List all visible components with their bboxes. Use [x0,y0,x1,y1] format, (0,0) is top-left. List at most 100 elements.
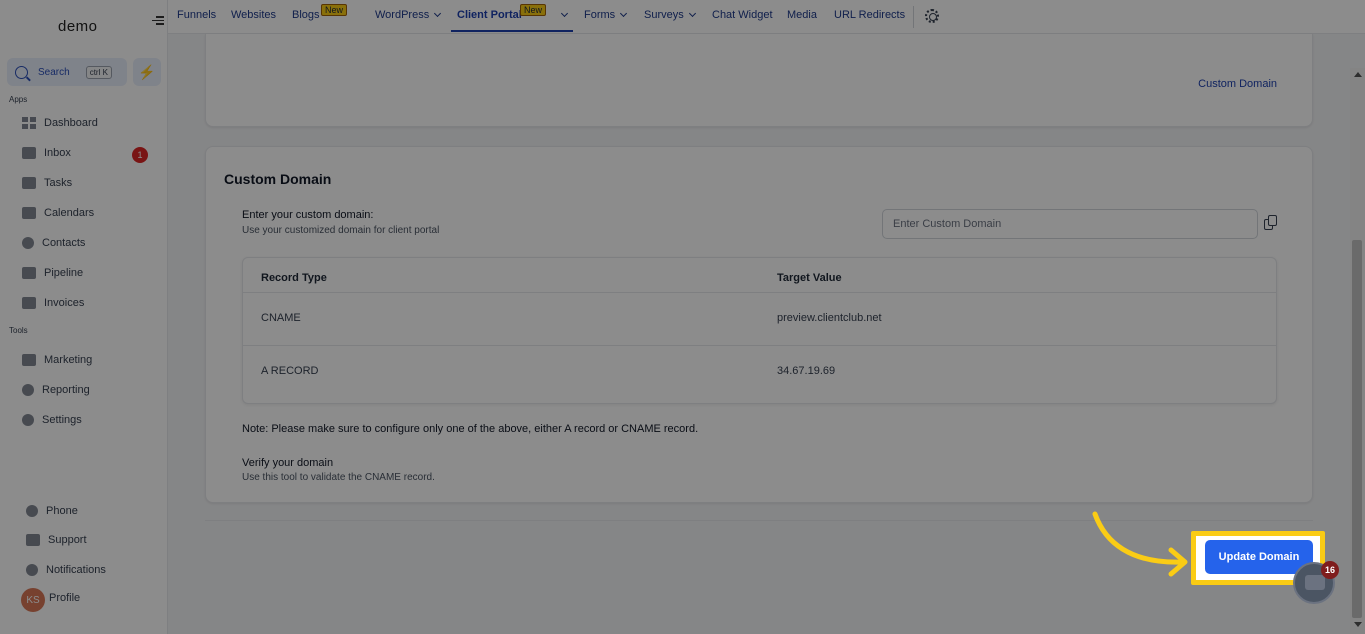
row-divider [243,292,1276,293]
column-header-record-type: Record Type [261,272,327,284]
blogs-new-badge: New [321,4,348,16]
copy-icon[interactable] [1264,215,1278,231]
bolt-icon: ⚡ [138,63,156,80]
sidebar-item-label: Dashboard [44,117,98,129]
sidebar-item-contacts[interactable]: Contacts [22,233,85,253]
sidebar-item-label: Notifications [46,564,106,576]
scroll-up-icon[interactable] [1354,72,1362,77]
sidebar-item-label: Phone [46,505,78,517]
sidebar: demo Search ctrl K ⚡ Apps Dashboard Inbo… [0,0,168,634]
row-divider [243,345,1276,346]
sidebar-item-label: Inbox [44,147,71,159]
apps-section-label: Apps [9,95,28,104]
tab-url-redirects[interactable]: URL Redirects [834,9,905,21]
configuration-note: Note: Please make sure to configure only… [242,423,699,435]
contacts-icon [22,237,34,249]
tab-chat-widget[interactable]: Chat Widget [712,9,773,21]
tasks-icon [22,177,36,189]
sidebar-item-tasks[interactable]: Tasks [22,173,72,193]
calendar-icon [22,207,36,219]
scroll-down-icon[interactable] [1354,622,1362,627]
sidebar-item-label: Reporting [42,384,90,396]
sidebar-item-label: Tasks [44,177,73,189]
tab-media[interactable]: Media [787,9,817,21]
pointer-arrow-icon [1092,511,1188,577]
scrollbar-thumb[interactable] [1352,240,1362,618]
invoice-icon [22,297,36,309]
table-cell-record-type: CNAME [261,312,301,324]
sidebar-item-label: Settings [42,414,82,426]
logo[interactable]: demo [58,18,98,35]
tab-label: WordPress [375,9,430,21]
column-header-target-value: Target Value [777,272,842,284]
avatar[interactable]: KS [21,588,45,612]
previous-section-card: Custom Domain [205,34,1313,127]
sidebar-item-label: Contacts [42,237,86,249]
dns-records-table: Record Type Target Value CNAME preview.c… [242,257,1277,404]
search-button[interactable]: Search ctrl K [7,58,127,86]
chevron-down-icon [560,9,569,18]
chevron-down-icon [434,9,442,18]
sidebar-item-profile[interactable]: Profile [49,588,80,608]
custom-domain-card: Custom Domain Enter your custom domain: … [205,146,1313,503]
tab-client-portal[interactable]: Client Portal [457,9,522,21]
tab-label: Surveys [644,9,684,21]
custom-domain-input[interactable] [882,209,1258,239]
sidebar-item-support[interactable]: Support [26,530,87,550]
client-portal-dropdown[interactable] [556,9,569,21]
quick-actions-button[interactable]: ⚡ [133,58,161,86]
sidebar-item-phone[interactable]: Phone [26,501,78,521]
nav-divider [913,6,914,28]
verify-domain-title: Verify your domain [242,457,334,469]
tab-wordpress[interactable]: WordPress [375,9,442,21]
custom-domain-label: Enter your custom domain: [242,209,374,221]
section-title: Custom Domain [224,171,332,187]
pie-chart-icon [22,384,34,396]
sidebar-item-label: Support [48,534,87,546]
table-cell-target-value: 34.67.19.69 [777,365,836,377]
tab-funnels[interactable]: Funnels [177,9,216,21]
tab-websites[interactable]: Websites [231,9,276,21]
tools-section-label: Tools [9,326,28,335]
table-cell-record-type: A RECORD [261,365,319,377]
sidebar-item-dashboard[interactable]: Dashboard [22,113,98,133]
sidebar-item-settings[interactable]: Settings [22,410,82,430]
chevron-down-icon [688,9,696,18]
sidebar-item-pipeline[interactable]: Pipeline [22,263,83,283]
dashboard-icon [22,117,36,129]
sidebar-item-marketing[interactable]: Marketing [22,350,92,370]
active-tab-indicator [451,30,573,32]
sidebar-item-calendars[interactable]: Calendars [22,203,94,223]
support-icon [26,534,40,546]
custom-domain-help: Use your customized domain for client po… [242,225,440,236]
custom-domain-link[interactable]: Custom Domain [1198,78,1277,90]
search-shortcut: ctrl K [85,65,112,79]
inbox-badge: 1 [132,147,148,163]
sidebar-item-label: Invoices [44,297,85,309]
sidebar-item-notifications[interactable]: Notifications [26,560,106,580]
bell-icon [26,564,38,576]
pipeline-icon [22,267,36,279]
tab-forms[interactable]: Forms [584,9,628,21]
sidebar-item-invoices[interactable]: Invoices [22,293,84,313]
settings-icon [22,414,34,426]
gear-icon[interactable] [925,9,939,23]
tab-blogs[interactable]: Blogs [292,9,320,21]
inbox-icon [22,147,36,159]
chevron-down-icon [620,9,628,18]
search-label: Search [38,66,70,78]
sidebar-item-label: Pipeline [44,267,84,279]
sidebar-item-label: Calendars [44,207,95,219]
tab-surveys[interactable]: Surveys [644,9,696,21]
sidebar-item-inbox[interactable]: Inbox [22,143,71,163]
client-portal-new-badge: New [520,4,547,16]
top-navigation: Funnels Websites Blogs New WordPress Cli… [168,0,1365,34]
chat-badge: 16 [1321,561,1339,579]
tab-label: Forms [584,9,616,21]
sidebar-item-label: Profile [49,592,81,604]
menu-toggle-icon[interactable] [152,14,164,28]
verify-domain-help: Use this tool to validate the CNAME reco… [242,472,435,483]
sidebar-item-reporting[interactable]: Reporting [22,380,90,400]
search-icon [15,65,28,79]
table-cell-target-value: preview.clientclub.net [777,312,882,324]
